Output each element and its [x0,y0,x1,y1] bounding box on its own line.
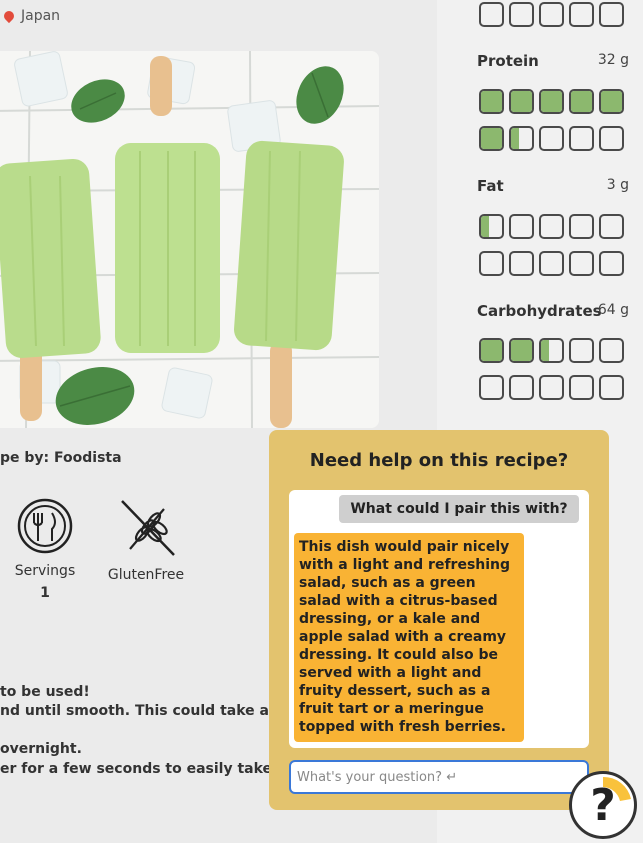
servings-attribute: Servings 1 [0,497,90,601]
nutrient-box [539,126,564,151]
nutrient-name-fat: Fat [477,177,504,195]
nutrient-box-fill [481,340,502,361]
nutrient-grid-protein [479,89,624,151]
nutrient-box-fill [481,91,502,112]
nutrient-box-fill [481,216,490,237]
nutrient-box [479,89,504,114]
nutrient-box [599,126,624,151]
instruction-line: to be used! [0,684,90,700]
gluten-free-attribute: GlutenFree [101,497,191,583]
nutrient-grid-partial [479,2,624,27]
nutrient-box [569,214,594,239]
nutrient-box-fill [571,91,592,112]
nutrient-box [509,89,534,114]
nutrient-box [569,251,594,276]
help-icon: ? [590,780,616,831]
nutrient-box [599,338,624,363]
nutrient-box [599,375,624,400]
nutrient-box [599,89,624,114]
nutrient-box [509,126,534,151]
nutrient-box [569,89,594,114]
nutrient-value-fat: 3 g [606,177,629,193]
nutrient-box-fill [511,91,532,112]
gluten-free-label: GlutenFree [107,567,185,583]
recipe-help-chat: Need help on this recipe? What could I p… [269,430,609,810]
nutrient-box [569,338,594,363]
nutrient-box-fill [511,340,532,361]
nutrient-value-carbohydrates: 64 g [597,302,629,318]
nutrient-box [539,89,564,114]
nutrient-box [569,375,594,400]
nutrient-box [479,375,504,400]
nutrient-name-protein: Protein [477,52,539,70]
nutrient-value-protein: 32 g [597,52,629,68]
wheat-crossed-icon [121,500,175,556]
nutrient-box [539,375,564,400]
location: Japan [1,8,61,24]
nutrient-box [599,251,624,276]
nutrient-box [569,126,594,151]
nutrient-box [599,214,624,239]
nutrient-box [479,214,504,239]
nutrient-grid-carbohydrates [479,338,624,400]
location-label: Japan [21,8,61,24]
map-pin-icon [1,8,17,24]
nutrient-box [509,2,534,27]
recipe-photo [0,51,379,428]
instruction-line: overnight. [0,741,82,757]
nutrient-box [509,214,534,239]
nutrient-box [479,126,504,151]
nutrient-grid-fat [479,214,624,276]
nutrient-box [479,251,504,276]
nutrient-box [509,251,534,276]
nutrient-box-fill [481,128,502,149]
nutrient-box [479,338,504,363]
nutrient-box-fill [541,91,562,112]
chat-title: Need help on this recipe? [309,450,569,471]
nutrient-box [539,251,564,276]
chat-question-input[interactable] [289,760,589,794]
servings-value: 1 [40,585,50,601]
nutrient-box [599,2,624,27]
nutrient-box-fill [601,91,622,112]
help-button[interactable]: ? [569,771,637,839]
nutrient-box [509,338,534,363]
utensils-icon [17,498,73,554]
user-question-bubble: What could I pair this with? [339,495,579,523]
nutrient-box [569,2,594,27]
nutrient-box [479,2,504,27]
recipe-byline: pe by: Foodista [0,450,122,466]
nutrient-box [509,375,534,400]
nutrient-box [539,338,564,363]
assistant-answer-bubble: This dish would pair nicely with a light… [294,533,524,742]
popsicle-illustration [0,51,379,428]
nutrient-box-fill [541,340,550,361]
nutrient-box [539,2,564,27]
chat-messages: What could I pair this with? This dish w… [289,490,589,748]
nutrient-box-fill [511,128,520,149]
nutrient-box [539,214,564,239]
servings-label: Servings [14,563,76,579]
